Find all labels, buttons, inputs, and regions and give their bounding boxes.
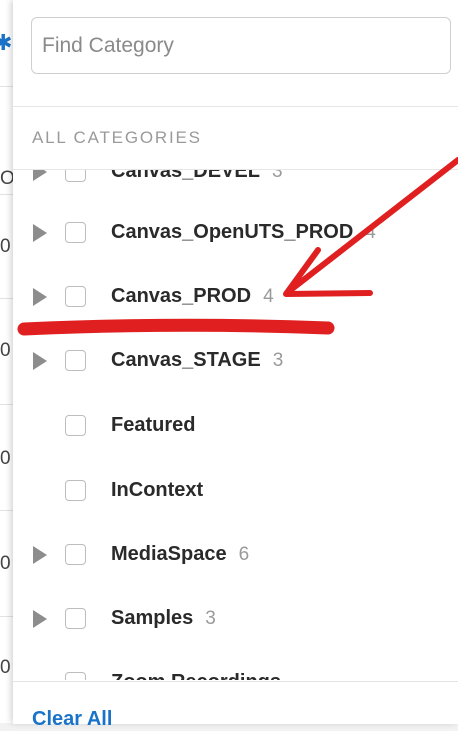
category-checkbox[interactable] <box>65 415 86 436</box>
clear-all-link[interactable]: Clear All <box>32 708 112 731</box>
list-item[interactable]: Samples 3 <box>13 598 458 638</box>
category-label: Canvas_STAGE 3 <box>111 349 284 371</box>
category-checkbox[interactable] <box>65 222 86 243</box>
background-divider <box>0 616 14 617</box>
category-checkbox[interactable] <box>65 480 86 501</box>
background-text-fragment: 0 <box>0 340 11 361</box>
category-label: Canvas_OpenUTS_PROD 4 <box>111 221 376 243</box>
category-count: 3 <box>272 350 284 371</box>
background-text-fragment: 0 <box>0 448 11 469</box>
background-divider <box>0 194 14 195</box>
background-text-fragment: 0 <box>0 236 11 257</box>
search-divider <box>13 106 458 107</box>
caret-right-icon[interactable] <box>33 352 47 370</box>
category-count: 3 <box>205 608 216 629</box>
category-checkbox[interactable] <box>65 350 86 371</box>
category-count: 6 <box>238 544 250 565</box>
category-label: Featured <box>111 414 196 436</box>
caret-right-icon[interactable] <box>33 170 47 181</box>
list-item[interactable]: Canvas_PROD 4 <box>13 276 458 316</box>
category-count: 4 <box>365 222 376 243</box>
category-checkbox[interactable] <box>65 286 86 307</box>
find-category-input[interactable] <box>31 17 451 74</box>
category-label: Canvas_PROD 4 <box>111 285 274 307</box>
background-divider <box>0 298 14 299</box>
category-checkbox[interactable] <box>65 170 86 182</box>
category-label: InContext <box>111 479 204 501</box>
category-label: Zoom Recordings <box>111 671 281 680</box>
list-item[interactable]: Zoom Recordings <box>13 662 458 680</box>
list-item[interactable]: Canvas_DEVEL 3 <box>13 170 458 191</box>
list-item[interactable]: InContext <box>13 470 458 510</box>
caret-right-icon[interactable] <box>33 610 47 628</box>
background-divider <box>0 404 14 405</box>
background-text-fragment: 0 <box>0 657 11 678</box>
category-checkbox[interactable] <box>65 544 86 565</box>
background-text-fragment: 0 <box>0 553 11 574</box>
category-list[interactable]: Canvas_DEVEL 3 Canvas_OpenUTS_PROD 4 Canva… <box>13 170 458 680</box>
category-label: Samples 3 <box>111 607 216 629</box>
category-checkbox[interactable] <box>65 608 86 629</box>
section-heading: ALL CATEGORIES <box>32 128 202 147</box>
caret-right-icon[interactable] <box>33 546 47 564</box>
category-label: Canvas_DEVEL 3 <box>111 170 283 183</box>
background-divider <box>0 86 14 87</box>
background-divider <box>0 510 14 511</box>
category-count: 4 <box>263 286 274 307</box>
gear-icon[interactable]: ✱ <box>0 30 12 56</box>
list-item[interactable]: MediaSpace 6 <box>13 534 458 574</box>
list-item[interactable]: Featured <box>13 405 458 445</box>
caret-right-icon[interactable] <box>33 224 47 242</box>
caret-right-icon[interactable] <box>33 288 47 306</box>
category-count: 3 <box>271 170 283 182</box>
list-item[interactable]: Canvas_STAGE 3 <box>13 340 458 380</box>
category-checkbox[interactable] <box>65 672 86 680</box>
category-filter-panel: ALL CATEGORIES Canvas_DEVEL3 Canvas_Open… <box>13 0 458 730</box>
category-label: MediaSpace 6 <box>111 543 250 565</box>
list-item[interactable]: Canvas_OpenUTS_PROD 4 <box>13 212 458 252</box>
panel-footer: Clear All <box>13 681 458 730</box>
